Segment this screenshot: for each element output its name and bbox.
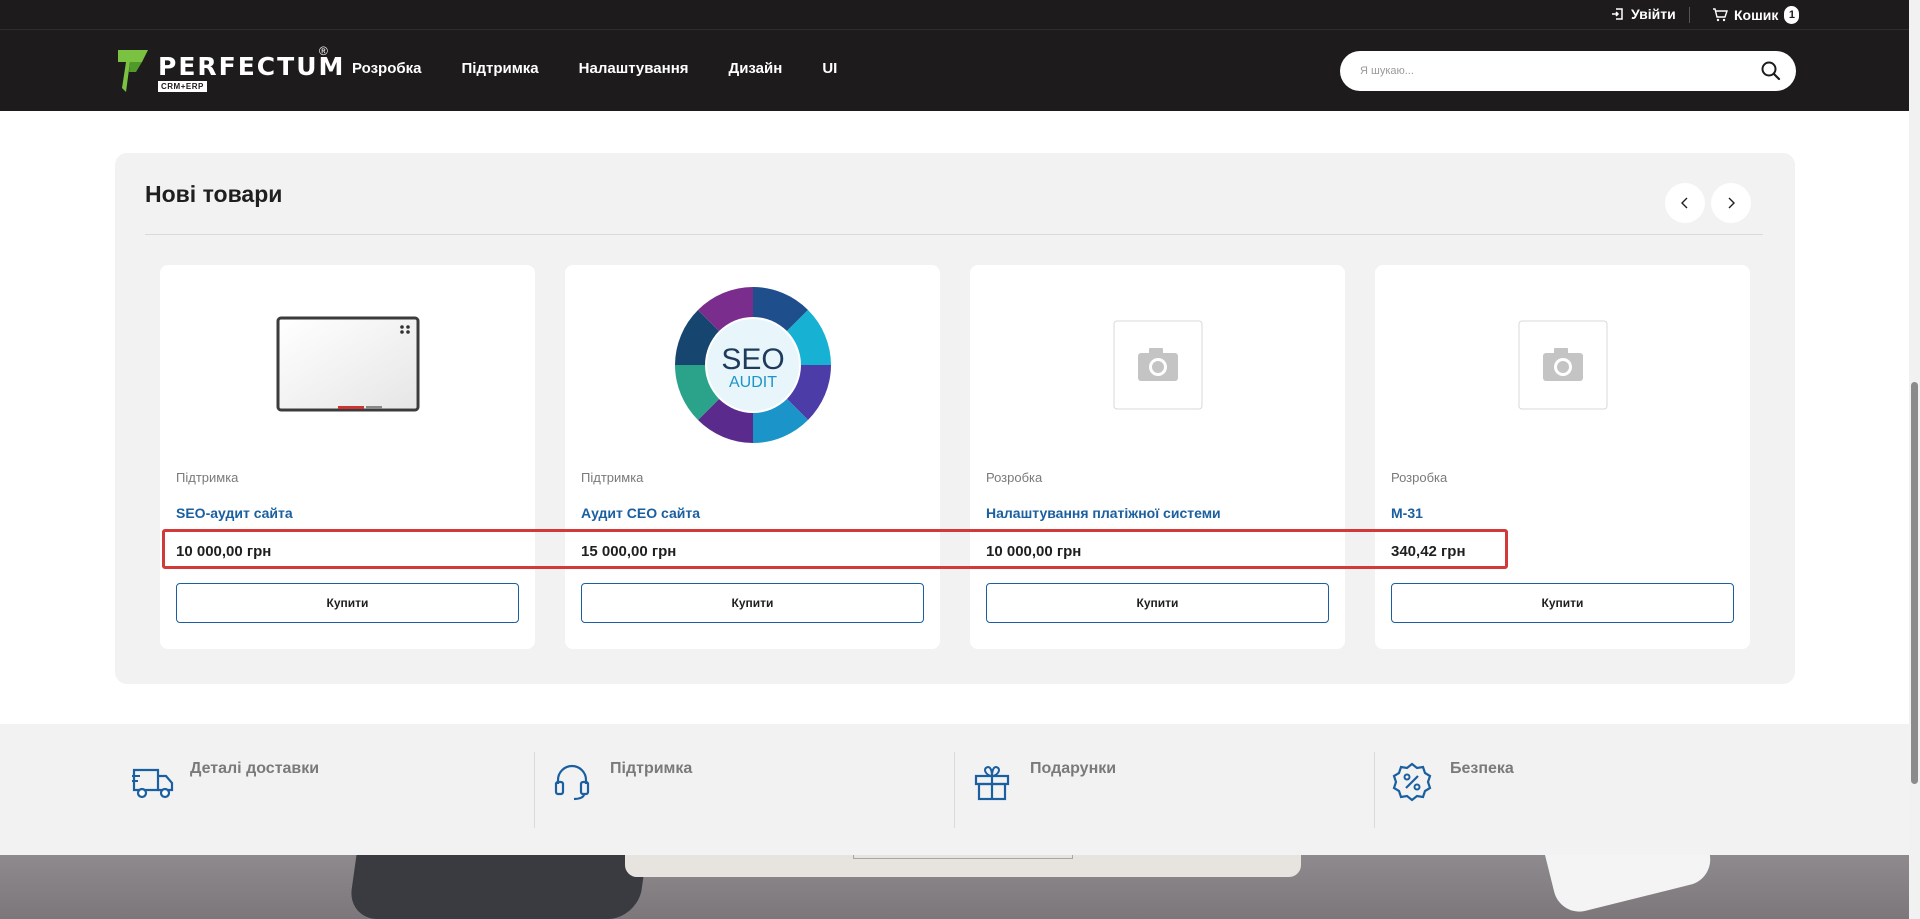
main-nav: Розробка Підтримка Налаштування Дизайн U… [352,60,837,77]
product-card: Розробка Налаштування платіжної системи … [970,265,1345,649]
product-card: Розробка М-31 340,42 грн Купити [1375,265,1750,649]
search-input[interactable] [1360,61,1740,81]
buy-button[interactable]: Купити [581,583,924,623]
seo-badge-line2: AUDIT [729,374,777,391]
login-icon [1612,8,1623,20]
product-card: SEO AUDIT Підтримка Аудит СЕО сайта 15 0… [565,265,940,649]
login-label: Увійти [1631,6,1676,22]
features-strip: Деталі доставки Підтримка Подарунки Безп… [0,724,1909,855]
feature-divider [954,752,955,828]
nav-item-ui[interactable]: UI [822,60,837,77]
camera-placeholder-icon [1113,320,1202,410]
feature-divider [534,752,535,828]
gift-icon [974,765,1010,801]
photo-trackpad [853,855,1073,859]
search-box [1340,51,1796,91]
cart-label: Кошик [1734,7,1779,23]
new-products-section: Нові товари Підтримка SEO-аудит сайта 10… [115,153,1795,684]
product-image[interactable]: SEO AUDIT [565,285,940,445]
product-price: 340,42 грн [1391,543,1466,560]
headset-icon [554,764,590,801]
product-price: 15 000,00 грн [581,543,677,560]
product-category: Підтримка [581,470,644,485]
buy-button[interactable]: Купити [176,583,519,623]
product-image[interactable] [970,285,1345,445]
product-price: 10 000,00 грн [986,543,1082,560]
logo-reg-mark: ® [319,44,328,58]
section-title: Нові товари [145,181,283,207]
chevron-left-icon [1681,197,1688,209]
product-image[interactable] [1375,285,1750,445]
carousel-prev-button[interactable] [1665,183,1705,223]
product-category: Розробка [986,470,1043,485]
nav-item-support[interactable]: Підтримка [462,60,539,77]
chevron-right-icon [1728,197,1735,209]
whiteboard-image [276,316,419,412]
photo-phone [1545,855,1716,918]
top-bar: Увійти Кошик 1 [0,0,1909,30]
photo-wallet [347,855,647,919]
search-icon[interactable] [1760,60,1782,82]
feature-delivery[interactable]: Деталі доставки [116,752,526,828]
feature-support[interactable]: Підтримка [536,752,946,828]
product-category: Підтримка [176,470,239,485]
seo-badge-line1: SEO [721,343,784,376]
cart-icon [1713,8,1728,22]
feature-label: Деталі доставки [190,760,320,777]
product-title-link[interactable]: Налаштування платіжної системи [986,505,1221,521]
carousel-next-button[interactable] [1711,183,1751,223]
main-header: PERFECTUM ® CRM+ERP Розробка Підтримка Н… [0,30,1909,111]
feature-divider [1374,752,1375,828]
logo[interactable]: PERFECTUM ® CRM+ERP [116,44,343,96]
logo-subtitle: CRM+ERP [158,81,207,92]
nav-item-development[interactable]: Розробка [352,60,422,77]
product-title-link[interactable]: М-31 [1391,505,1423,521]
login-link[interactable]: Увійти [1611,6,1676,22]
seo-audit-image: SEO AUDIT [674,287,831,443]
product-title-link[interactable]: SEO-аудит сайта [176,505,293,521]
cart-count-badge: 1 [1784,6,1800,24]
section-divider [145,234,1763,235]
percent-badge-icon [1392,762,1432,802]
photo-laptop [625,855,1301,877]
truck-icon [132,768,174,799]
nav-item-settings[interactable]: Налаштування [579,60,689,77]
product-image[interactable] [160,285,535,445]
camera-placeholder-icon [1518,320,1607,410]
nav-item-design[interactable]: Дизайн [729,60,783,77]
page-scrollbar[interactable] [1909,0,1920,919]
cart-link[interactable]: Кошик 1 [1712,6,1800,24]
product-price: 10 000,00 грн [176,543,272,560]
buy-button[interactable]: Купити [1391,583,1734,623]
feature-label: Безпека [1450,760,1514,777]
product-card: Підтримка SEO-аудит сайта 10 000,00 грн … [160,265,535,649]
feature-label: Підтримка [610,760,693,777]
hero-photo [0,855,1909,919]
product-category: Розробка [1391,470,1448,485]
topbar-divider [1689,7,1690,23]
product-title-link[interactable]: Аудит СЕО сайта [581,505,700,521]
logo-mark-icon [118,50,148,92]
feature-gifts[interactable]: Подарунки [956,752,1366,828]
scrollbar-thumb[interactable] [1911,382,1918,784]
feature-label: Подарунки [1030,760,1117,777]
logo-brand: PERFECTUM [158,52,346,81]
buy-button[interactable]: Купити [986,583,1329,623]
feature-security[interactable]: Безпека [1376,752,1786,828]
